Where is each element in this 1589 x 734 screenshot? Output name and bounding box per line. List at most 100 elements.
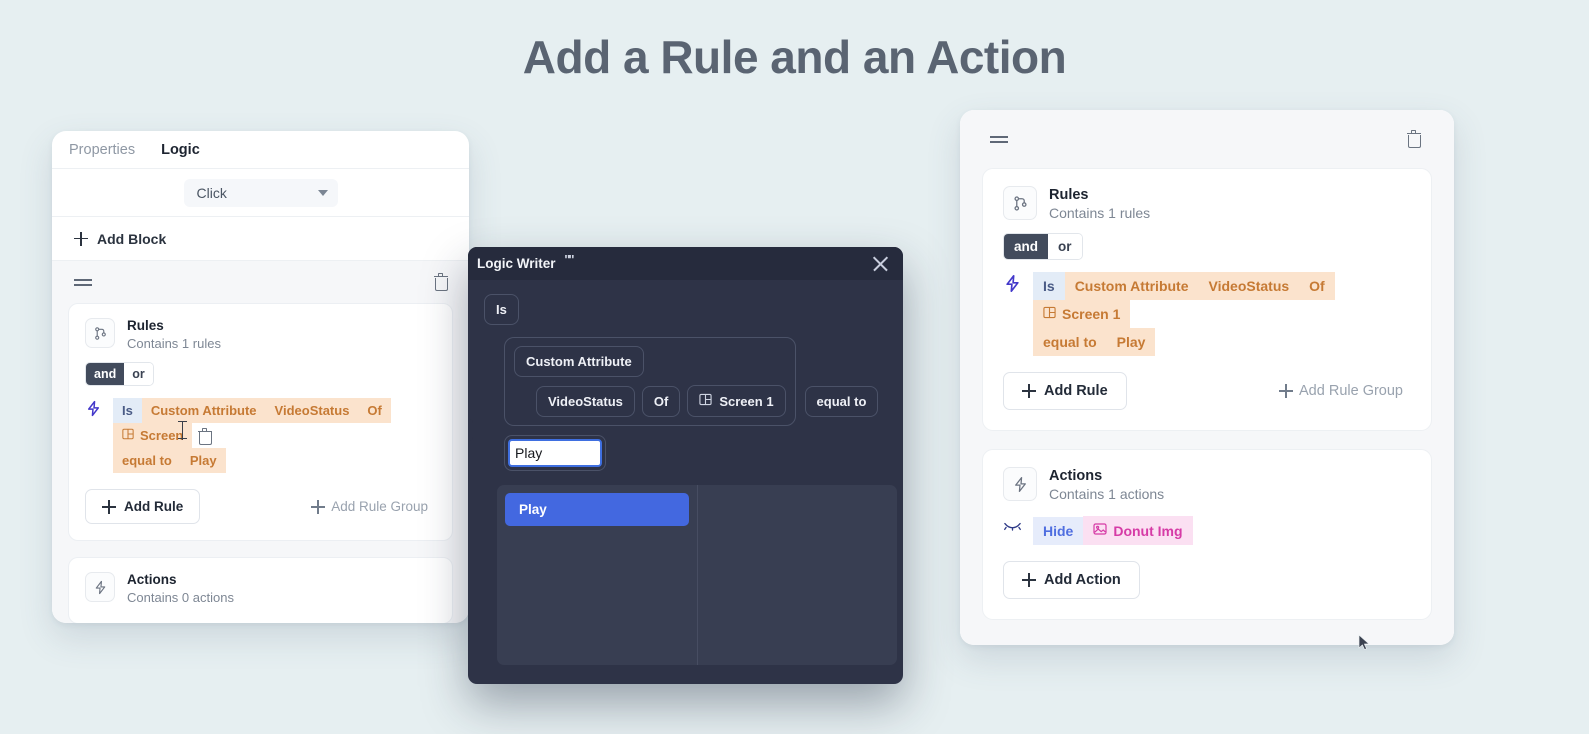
rule-chip-list: Is Custom Attribute VideoStatus Of Scree… [1033,272,1411,357]
block-header [52,261,469,303]
plus-icon [1279,384,1294,399]
right-logic-panel: Rules Contains 1 rules and or Is Custom … [960,110,1454,645]
trash-icon[interactable] [1406,130,1421,148]
suggestion-dropdown: Play [497,485,897,665]
rule-chip-of[interactable]: Of [358,398,391,424]
add-block-button[interactable]: Add Block [52,217,469,261]
operator-and[interactable]: and [1004,234,1049,260]
trigger-select-value: Click [196,184,227,201]
close-icon[interactable] [872,255,889,272]
eye-off-icon [1003,518,1022,537]
lightning-bolt-icon [1003,467,1037,502]
drag-handle-icon[interactable] [74,276,92,288]
plus-icon [74,231,88,246]
actions-subtitle: Contains 1 actions [1049,486,1165,503]
rule-row[interactable]: Is Custom Attribute VideoStatus Of Scree… [1003,272,1411,357]
rule-chip-screen-1-label: Screen 1 [1062,306,1121,323]
add-rule-group-button[interactable]: Add Rule Group [1279,383,1403,399]
lightning-bolt-icon [85,400,102,422]
actions-title: Actions [127,572,177,588]
value-input-wrapper [504,435,606,471]
token-equal-to[interactable]: equal to [804,386,879,417]
rules-header: Rules Contains 1 rules [1003,186,1411,223]
rule-chip-equal-to[interactable]: equal to [1033,328,1107,357]
operator-and[interactable]: and [86,363,125,386]
rule-chip-screen-1[interactable]: Screen 1 [1033,300,1131,329]
token-operator-is[interactable]: Is [484,294,519,325]
rule-chip-custom-attribute[interactable]: Custom Attribute [141,398,266,424]
logic-block-body: Rules Contains 1 rules and or Is Custom … [52,261,469,623]
plus-icon [311,499,326,514]
modal-title-artifact: "" [564,252,574,267]
add-rule-group-button[interactable]: Add Rule Group [311,499,428,514]
token-screen-1[interactable]: Screen 1 [687,385,786,417]
rule-chip-is[interactable]: Is [1033,272,1065,301]
rules-subtitle: Contains 1 rules [1049,205,1151,222]
rule-chip-is[interactable]: Is [113,398,142,424]
rule-delete-trash-icon[interactable] [197,427,213,446]
tab-properties[interactable]: Properties [69,142,135,158]
suggestion-column-left: Play [497,485,697,665]
add-rule-label: Add Rule [1044,383,1108,400]
action-chip-donut-img[interactable]: Donut Img [1083,516,1193,546]
add-rule-group-label: Add Rule Group [331,499,428,515]
right-block-header [960,110,1454,168]
right-panel-body: Rules Contains 1 rules and or Is Custom … [960,110,1454,645]
rules-header: Rules Contains 1 rules [85,318,436,352]
action-chip-list: Hide Donut Img [1033,516,1193,546]
rule-row[interactable]: Is Custom Attribute VideoStatus Of Scree… [85,398,436,474]
operator-or[interactable]: or [124,363,153,386]
trash-icon[interactable] [433,273,448,291]
action-chip-donut-img-label: Donut Img [1113,522,1183,539]
and-or-toggle[interactable]: and or [85,362,154,387]
add-block-label: Add Block [97,230,167,247]
git-branch-icon [1003,186,1037,220]
add-rule-button[interactable]: Add Rule [1003,372,1127,411]
modal-edge-notch [468,419,473,441]
screen-layout-icon [699,393,712,409]
token-custom-attribute[interactable]: Custom Attribute [514,346,644,377]
mouse-cursor [1358,634,1371,657]
trigger-select[interactable]: Click [183,178,338,207]
actions-subtitle: Contains 0 actions [127,590,234,606]
rule-chip-equal-to[interactable]: equal to [113,448,181,474]
chevron-down-icon [317,189,328,196]
rule-chip-videostatus[interactable]: VideoStatus [1198,272,1300,301]
add-rule-group-label: Add Rule Group [1299,383,1403,400]
trigger-row: Click [52,169,469,217]
add-action-button[interactable]: Add Action [1003,561,1140,600]
token-group-custom-attribute: Custom Attribute VideoStatus Of Screen 1 [504,337,796,426]
modal-title-bar[interactable]: Logic Writer "" [468,247,903,280]
tab-logic[interactable]: Logic [161,142,200,158]
logic-writer-modal: Logic Writer "" Is Custom Attribute Vide… [468,247,903,684]
and-or-toggle[interactable]: and or [1003,233,1083,261]
token-of[interactable]: Of [641,385,681,417]
plus-icon [1022,573,1036,588]
rules-card: Rules Contains 1 rules and or Is Custom … [68,303,453,542]
screenshot-stage: Add a Rule and an Action Properties Logi… [0,0,1589,734]
rule-chip-videostatus[interactable]: VideoStatus [265,398,359,424]
rule-chip-screen-label: Screen [140,428,184,444]
token-subrow: VideoStatus Of Screen 1 [536,385,786,417]
rule-chip-list: Is Custom Attribute VideoStatus Of Scree… [113,398,436,474]
image-icon [1093,522,1107,539]
operator-or[interactable]: or [1048,234,1082,260]
rule-chip-of[interactable]: Of [1299,272,1335,301]
value-input[interactable] [508,439,602,467]
drag-handle-icon[interactable] [990,133,1008,145]
add-action-label: Add Action [1044,572,1121,589]
rule-chip-custom-attribute[interactable]: Custom Attribute [1064,272,1199,301]
token-videostatus[interactable]: VideoStatus [536,385,635,417]
rule-chip-play[interactable]: Play [1106,328,1156,357]
rules-title: Rules [1049,187,1089,203]
rules-card: Rules Contains 1 rules and or Is Custom … [982,168,1432,432]
modal-body: Is Custom Attribute VideoStatus Of Scree… [468,280,903,665]
lightning-bolt-icon [85,572,115,603]
screen-layout-icon [1043,306,1056,322]
action-chip-hide[interactable]: Hide [1033,516,1084,545]
rule-chip-play[interactable]: Play [180,448,226,474]
suggestion-item-play[interactable]: Play [505,493,689,526]
action-row[interactable]: Hide Donut Img [1003,516,1411,546]
add-rule-button[interactable]: Add Rule [85,489,201,525]
rules-button-row: Add Rule Add Rule Group [1003,372,1411,411]
